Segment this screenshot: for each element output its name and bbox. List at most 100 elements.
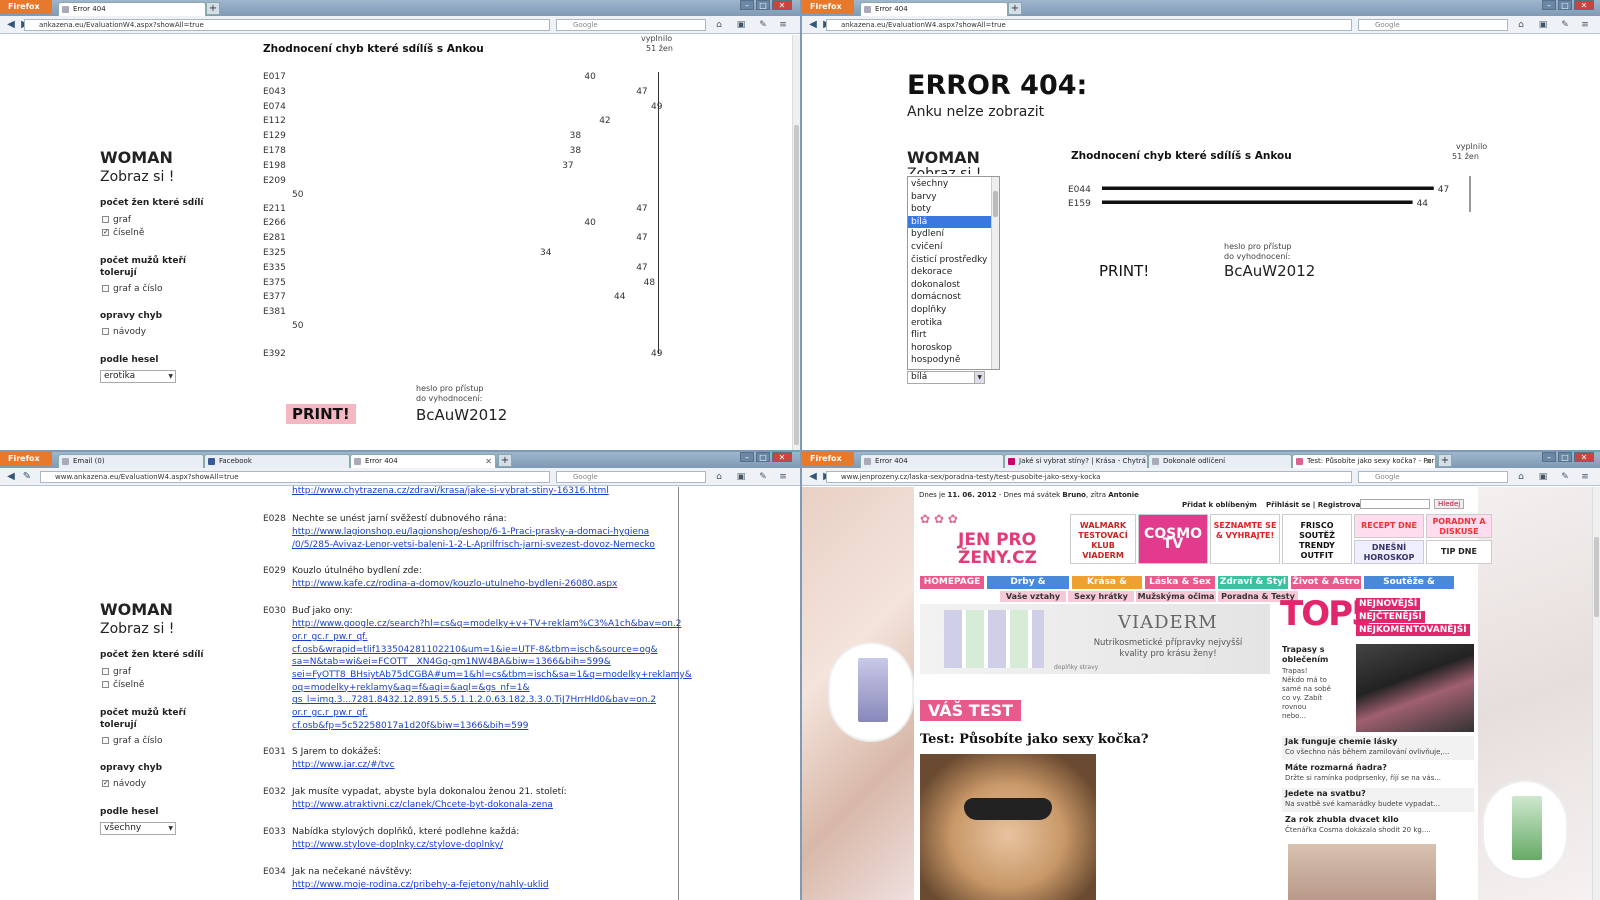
item-link[interactable]: http://www.jar.cz/#/tvc [292, 760, 395, 770]
graf-option[interactable]: graf [102, 667, 131, 677]
add-favorite-link[interactable]: Přidat k oblíbeným [1182, 500, 1257, 510]
addon-icon[interactable]: ✎ [758, 20, 768, 30]
item-link[interactable]: http://www.lagionshop.eu/lagionshop/esho… [292, 527, 649, 537]
back-icon[interactable]: ◀ [4, 470, 18, 484]
search-box[interactable]: Google [556, 471, 706, 483]
ad-walmark[interactable]: WALMARK TESTOVACÍ KLUB VIADERM [1070, 514, 1136, 564]
address-bar[interactable]: www.jenprozeny.cz/laska-sex/poradna-test… [826, 471, 1352, 483]
back-icon[interactable]: ◀ [806, 470, 820, 484]
site-search-input[interactable] [1360, 499, 1430, 509]
ad-recept[interactable]: RECEPT DNE [1354, 514, 1424, 538]
side-article[interactable]: Za rok zhubla dvacet kilo Čtenářka Cosma … [1282, 814, 1474, 838]
listbox-option[interactable]: dokonalost [908, 279, 992, 292]
home-icon[interactable]: ⌂ [1516, 20, 1526, 30]
search-box[interactable]: Google [1358, 471, 1508, 483]
firefox-menu-button[interactable]: Firefox [802, 0, 854, 14]
close-tab-icon[interactable]: ✕ [1425, 455, 1432, 468]
address-bar[interactable]: ankazena.eu/EvaluationW4.aspx?showAll=tr… [24, 19, 550, 31]
nav-item[interactable]: Život & Astro [1291, 576, 1361, 589]
subnav-item[interactable]: Sexy hrátky [1068, 591, 1134, 602]
graf-checkbox[interactable] [102, 668, 109, 675]
back-icon[interactable]: ◀ [4, 18, 18, 32]
top-link[interactable]: http://www.chytrazena.cz/zdravi/krasa/ja… [292, 486, 609, 496]
bookmarks-icon[interactable]: ▣ [736, 472, 746, 482]
item-link[interactable]: /0/5/285-Avivaz-Lenor-vetsi-baleni-1-2-L… [292, 540, 655, 550]
tab-jaky[interactable]: Jaké si vybrat stíny? | Krása - Chytrá ž… [1004, 454, 1148, 468]
maximize-icon[interactable]: □ [1558, 0, 1572, 10]
nav-item[interactable]: Krása & Móda [1072, 576, 1142, 600]
hesla-select[interactable]: všechny ▼ [100, 822, 176, 835]
back-icon[interactable]: ◀ [806, 18, 820, 32]
print-button[interactable]: PRINT! [1099, 262, 1149, 280]
listbox-option[interactable]: cvičení [908, 241, 992, 254]
ad-tip[interactable]: TIP DNE [1426, 540, 1492, 564]
ciselne-option[interactable]: číselně [102, 680, 144, 690]
item-link[interactable]: cf.osb&wrapid=tlif133504281102210&um=1&i… [292, 645, 658, 655]
tab-test[interactable]: Test: Působíte jako sexy kočka? - Pora..… [1292, 454, 1436, 468]
top5-photo[interactable] [1356, 644, 1474, 732]
top5-tab[interactable]: NEJČTENĚJŠÍ [1356, 611, 1425, 623]
home-icon[interactable]: ⌂ [714, 20, 724, 30]
navody-checkbox[interactable]: ✓ [102, 780, 109, 787]
navody-option[interactable]: ✓ návody [102, 779, 146, 789]
listbox-option[interactable]: všechny [908, 178, 992, 191]
listbox-option[interactable]: dekorace [908, 266, 992, 279]
item-link[interactable]: sei=FyOTT8_BHsiytAb75dCGBA#um=1&hl=cs&tb… [292, 670, 692, 680]
graf-cislo-checkbox[interactable] [102, 285, 109, 292]
item-link[interactable]: or.r_gc.r_pw.r_qf. [292, 632, 368, 642]
address-bar[interactable]: ankazena.eu/EvaluationW4.aspx?showAll=tr… [826, 19, 1352, 31]
ad-horoskop[interactable]: DNEŠNÍ HOROSKOP [1354, 540, 1424, 564]
listbox-option[interactable]: domácnost [908, 291, 992, 304]
new-tab-button[interactable]: + [206, 2, 220, 15]
maximize-icon[interactable]: □ [756, 452, 770, 462]
nav-item[interactable]: Drby & Celebrity [987, 576, 1069, 600]
tab-email[interactable]: Email (0) [58, 454, 204, 468]
subnav-item[interactable]: Vaše vztahy [1000, 591, 1066, 602]
item-link[interactable]: oq=modelky+reklamy&aq=f&aqi=&aql=&gs_nf=… [292, 683, 530, 693]
home-icon[interactable]: ⌂ [1516, 472, 1526, 482]
close-window-icon[interactable]: ✕ [1574, 0, 1594, 10]
graf-cislo-checkbox[interactable] [102, 737, 109, 744]
listbox-option[interactable]: barvy [908, 191, 992, 204]
nav-item[interactable]: Zdraví & Styl [1218, 576, 1288, 589]
item-link[interactable]: sa=N&tab=wi&ei=FCOTT__XN4Gq-gm1NW4BA&biw… [292, 657, 611, 667]
nav-item[interactable]: HOMEPAGE [920, 576, 984, 589]
menu-icon[interactable]: ≡ [778, 20, 788, 30]
listbox-scrollbar[interactable] [991, 177, 999, 369]
bookmarks-icon[interactable]: ▣ [736, 20, 746, 30]
nav-item[interactable]: Soutěže & Kontakty [1364, 576, 1454, 600]
side-article[interactable]: Jedete na svatbu? Na svatbě své kamarádky… [1282, 788, 1474, 812]
scrollbar[interactable] [1592, 487, 1600, 900]
ad-poradny[interactable]: PORADNY A DISKUSE [1426, 514, 1492, 538]
item-link[interactable]: cf.osb&fp=5c52258017a1d20f&biw=1366&bih=… [292, 721, 528, 731]
login-register-link[interactable]: Přihlásit se | Registrovat [1266, 500, 1364, 510]
listbox-option[interactable]: bydlení [908, 228, 992, 241]
item-link[interactable]: http://www.atraktivni.cz/clanek/Chcete-b… [292, 800, 553, 810]
maximize-icon[interactable]: □ [1558, 452, 1572, 462]
print-button[interactable]: PRINT! [286, 404, 356, 424]
tab-error-404[interactable]: Error 404 [860, 454, 1004, 468]
addon-icon[interactable]: ✎ [758, 472, 768, 482]
menu-icon[interactable]: ≡ [1580, 20, 1590, 30]
side-article[interactable]: Máte rozmarná ňadra? Držte si ramínka pod… [1282, 762, 1474, 786]
listbox-option[interactable]: čisticí prostředky [908, 254, 992, 267]
addon-icon[interactable]: ✎ [1560, 472, 1570, 482]
ad-cosmo[interactable]: COSMO TV [1138, 514, 1208, 564]
tab-dokonale[interactable]: Dokonalé odlíčení [1148, 454, 1292, 468]
scrollbar[interactable] [792, 35, 800, 450]
item-link[interactable]: gs_l=img.3...7281.8432.12.8915.5.5.1.1.2… [292, 695, 656, 705]
graf-cislo-option[interactable]: graf a číslo [102, 284, 162, 294]
top5-tab[interactable]: NEJKOMENTOVANĚJŠÍ [1356, 624, 1470, 636]
listbox-option[interactable]: flirt [908, 329, 992, 342]
graf-cislo-option[interactable]: graf a číslo [102, 736, 162, 746]
ciselne-checkbox[interactable]: ✓ [102, 229, 109, 236]
search-box[interactable]: Google [556, 19, 706, 31]
search-box[interactable]: Google [1358, 19, 1508, 31]
listbox-option[interactable]: boty [908, 203, 992, 216]
item-link[interactable]: http://www.moje-rodina.cz/pribehy-a-feje… [292, 880, 549, 890]
home-icon[interactable]: ⌂ [714, 472, 724, 482]
close-tab-icon[interactable]: ✕ [485, 455, 492, 468]
top5-story-title[interactable]: Trapasy s oblečením [1282, 645, 1352, 665]
tab-error-404[interactable]: Error 404 [58, 2, 206, 16]
ad-seznamte[interactable]: SEZNAMTE SE & VYHRAJTE! [1210, 514, 1280, 564]
